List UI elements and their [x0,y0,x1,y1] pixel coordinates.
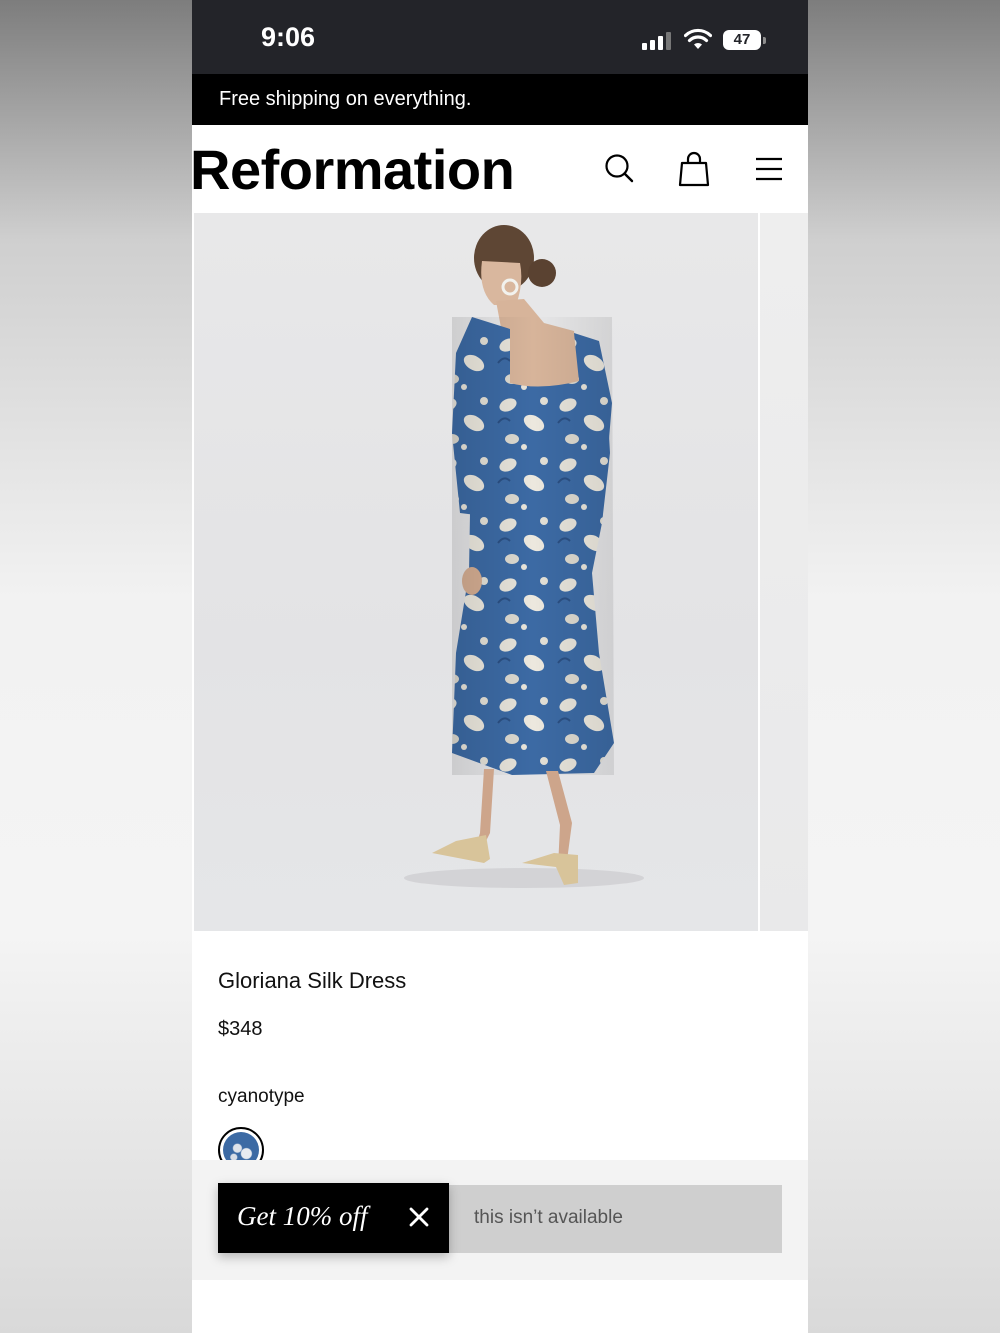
next-product-image[interactable] [760,213,808,931]
search-icon[interactable] [602,151,636,187]
status-time: 9:06 [261,22,316,52]
product-price: $348 [218,1018,263,1040]
product-image-carousel[interactable] [192,213,808,931]
signal-icon [642,32,674,50]
menu-icon[interactable] [752,151,786,187]
discount-promo[interactable]: Get 10% off [218,1183,449,1253]
status-bar: 9:06 47 [192,0,808,74]
product-image[interactable] [194,213,758,931]
wifi-icon [684,28,712,49]
battery-nub [763,37,766,44]
shipping-banner-text: Free shipping on everything. [219,88,472,110]
color-name: cyanotype [218,1086,305,1107]
shipping-banner: Free shipping on everything. [192,74,808,125]
page-continuation [192,1280,808,1333]
phone-screen: 9:06 47 Free shipping on everything. Ref… [192,0,808,1333]
brand-logo[interactable]: Reformation [192,137,515,202]
model-photo [404,225,644,888]
product-name: Gloriana Silk Dress [218,968,407,993]
unavailable-text: this isn’t available [474,1207,623,1228]
add-to-bag-bar: this isn’t available Get 10% off [192,1160,808,1280]
promo-text: Get 10% off [237,1201,368,1231]
close-icon[interactable] [407,1205,431,1229]
bag-icon[interactable] [677,151,711,187]
site-header: Reformation [192,125,808,213]
battery-icon: 47 [723,30,761,50]
